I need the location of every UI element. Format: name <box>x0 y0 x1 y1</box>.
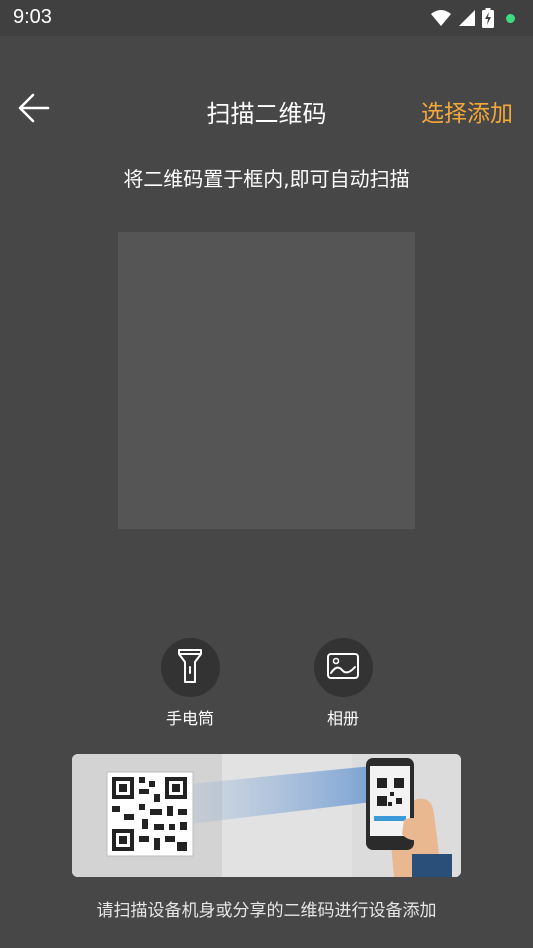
status-time: 9:03 <box>13 6 52 28</box>
flashlight-button[interactable]: 手电筒 <box>145 638 235 729</box>
album-circle <box>313 638 373 697</box>
album-button[interactable]: 相册 <box>298 638 388 729</box>
status-bar: 9:03 <box>0 0 533 36</box>
battery-charging-icon <box>482 8 494 28</box>
notification-dot-icon <box>506 13 515 23</box>
flashlight-label: 手电筒 <box>165 709 214 728</box>
status-icons <box>430 7 515 29</box>
image-icon <box>326 652 360 684</box>
app-header: 扫描二维码 选择添加 <box>0 36 533 176</box>
select-add-button[interactable]: 选择添加 <box>421 94 513 128</box>
flashlight-circle <box>160 638 220 697</box>
album-label: 相册 <box>326 709 359 728</box>
guide-caption: 请扫描设备机身或分享的二维码进行设备添加 <box>96 901 437 921</box>
signal-icon <box>458 9 476 27</box>
scan-hint: 将二维码置于框内,即可自动扫描 <box>123 167 410 191</box>
scan-frame <box>118 232 415 529</box>
wifi-icon <box>430 9 452 27</box>
guide-illustration <box>72 754 461 877</box>
flashlight-icon <box>177 648 203 688</box>
